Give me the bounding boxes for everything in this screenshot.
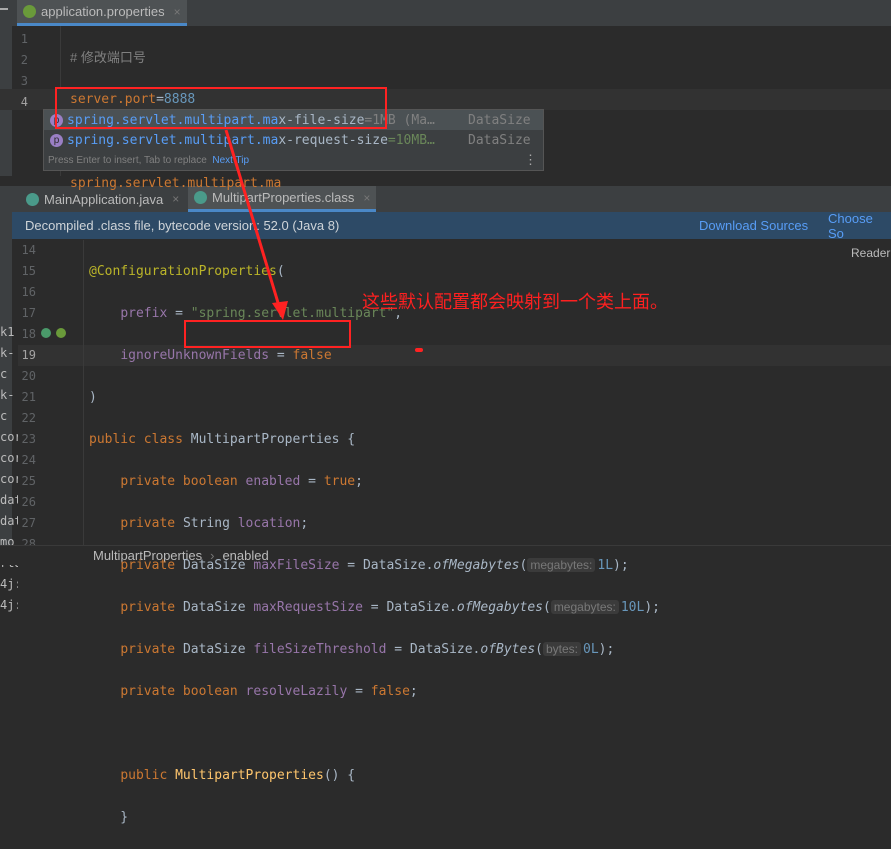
property-icon: p xyxy=(50,133,63,147)
completion-item[interactable]: p spring.servlet.multipart.ma x-file-size… xyxy=(44,110,543,130)
menu-icon[interactable] xyxy=(0,8,8,10)
typed-line: spring.servlet.multipart.ma xyxy=(70,176,282,191)
completion-popup: p spring.servlet.multipart.ma x-file-size… xyxy=(43,109,544,171)
line-numbers-bottom: 14 15 16 17 18 19 20 21 22 23 24 25 26 27 28 xyxy=(21,243,36,551)
spring-bean-icon[interactable] xyxy=(56,328,66,338)
implemented-icon[interactable] xyxy=(41,328,51,338)
top-tab-bar: application.properties × xyxy=(0,0,891,26)
annotation-note: 这些默认配置都会映射到一个类上面。 xyxy=(362,292,668,312)
more-icon[interactable]: ⋮ xyxy=(524,152,537,168)
banner-text: Decompiled .class file, bytecode version… xyxy=(25,218,340,233)
completion-item[interactable]: p spring.servlet.multipart.ma x-request-s… xyxy=(44,130,543,150)
server-port-line: server.port=8888 xyxy=(70,92,196,107)
reader-mode-toggle[interactable]: Reader xyxy=(851,246,890,260)
close-icon[interactable]: × xyxy=(174,5,181,19)
choose-sources-link[interactable]: Choose So xyxy=(828,211,891,241)
close-icon[interactable]: × xyxy=(363,191,370,205)
decompiled-banner: Decompiled .class file, bytecode version… xyxy=(12,211,891,241)
tab-label: application.properties xyxy=(41,4,165,19)
comment-line: # 修改端口号 xyxy=(70,50,146,65)
tab-application-properties[interactable]: application.properties × xyxy=(17,0,187,26)
line-numbers-top: 1234 xyxy=(20,32,28,109)
next-tip-link[interactable]: Next Tip xyxy=(212,155,249,166)
spring-leaf-icon xyxy=(23,5,36,18)
java-class-icon xyxy=(26,192,39,206)
completion-footer: Press Enter to insert, Tab to replace Ne… xyxy=(48,152,537,168)
gutter-divider xyxy=(83,240,84,545)
download-sources-link[interactable]: Download Sources xyxy=(699,218,808,233)
decompiled-code[interactable]: @ConfigurationProperties( prefix = "spri… xyxy=(89,240,660,849)
property-icon: p xyxy=(50,113,63,127)
